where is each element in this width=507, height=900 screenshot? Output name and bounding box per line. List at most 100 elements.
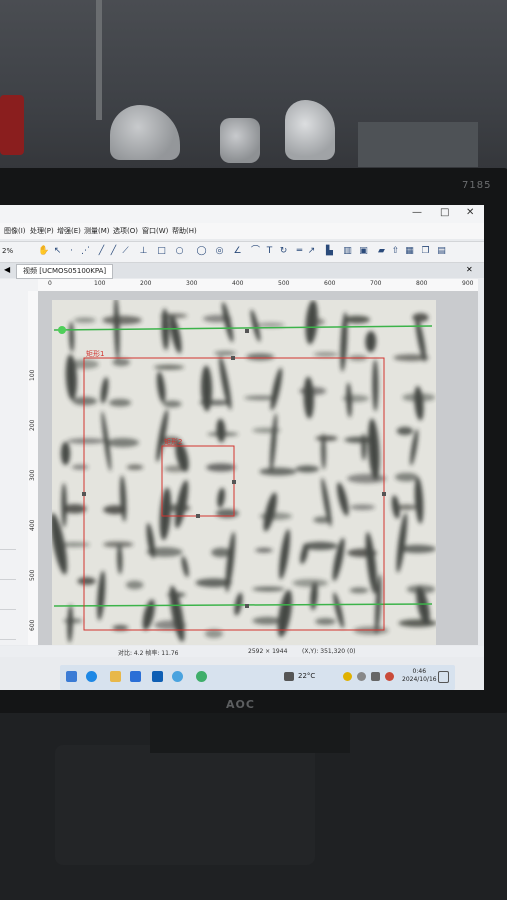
resize-handle[interactable] [82, 492, 86, 496]
panel-row[interactable] [0, 629, 16, 640]
tab-video[interactable]: 视频 [UCMOS05100KPA] [16, 264, 114, 279]
table-icon[interactable]: ▤ [436, 246, 447, 257]
tab-scroll-left-icon[interactable]: ◀ [4, 265, 10, 274]
measure-handle[interactable] [58, 326, 66, 334]
status-bar: 对比: 4.2 帧率: 11.76 2592 × 1944 (X,Y): 351… [0, 646, 484, 657]
resize-handle[interactable] [245, 329, 249, 333]
line-icon[interactable]: ╱ [108, 246, 119, 257]
texture-streak [256, 322, 285, 328]
menu-bar: 图像(I) 处理(P) 增强(E) 测量(M) 选项(O) 窗口(W) 帮助(H… [0, 223, 484, 239]
document-tab-bar: ◀ 视频 [UCMOS05100KPA] ✕ [0, 263, 484, 279]
point-icon[interactable]: · [66, 246, 77, 257]
background-red-container [0, 95, 24, 155]
dotted-line-icon[interactable]: ⋰ [80, 246, 91, 257]
tray-app-icon[interactable] [357, 672, 366, 681]
menu-help[interactable]: 帮助(H) [172, 226, 197, 236]
ruler-tick-label: 700 [370, 280, 382, 287]
chart-icon[interactable]: ▥ [342, 246, 353, 257]
weather-icon[interactable] [284, 672, 294, 681]
zoom-level[interactable]: 2% [2, 247, 13, 255]
calibrate-icon[interactable]: ▣ [358, 246, 369, 257]
browser-icon[interactable] [86, 671, 97, 682]
panel-row[interactable] [0, 599, 16, 610]
store-icon[interactable] [130, 671, 141, 682]
maximize-button[interactable]: □ [440, 207, 449, 218]
close-button[interactable]: ✕ [466, 207, 474, 218]
minimize-button[interactable]: — [412, 207, 422, 218]
clock[interactable]: 0:46 2024/10/16 [402, 668, 437, 684]
resize-handle[interactable] [232, 480, 236, 484]
texture-streak [347, 473, 387, 484]
resize-handle[interactable] [196, 514, 200, 518]
ellipse-icon[interactable]: ◯ [196, 246, 207, 257]
rectangle-1-label: 矩形1 [86, 349, 104, 358]
tab-close-icon[interactable]: ✕ [466, 265, 473, 274]
notification-icon[interactable] [438, 671, 449, 683]
text-icon[interactable]: T [264, 246, 275, 257]
texture-streak [315, 617, 336, 626]
texture-streak [162, 400, 182, 408]
menu-enhance[interactable]: 增强(E) [57, 226, 81, 236]
line-icon[interactable]: ╱ [96, 246, 107, 257]
texture-streak [412, 312, 429, 323]
pointer-icon[interactable]: ↖ [52, 246, 63, 257]
scale-bar-icon[interactable]: ═ [294, 246, 305, 257]
texture-streak [243, 395, 279, 401]
menu-window[interactable]: 窗口(W) [142, 226, 168, 236]
mail-icon[interactable] [152, 671, 163, 682]
status-resolution: 2592 × 1944 [248, 648, 288, 655]
perpendicular-icon[interactable]: ⊥ [138, 246, 149, 257]
resize-handle[interactable] [231, 356, 235, 360]
arrow-icon[interactable]: ↗ [306, 246, 317, 257]
ruler-tick-label: 0 [48, 280, 52, 287]
texture-streak [60, 441, 71, 466]
menu-image[interactable]: 图像(I) [4, 226, 26, 236]
rectangle-icon[interactable]: □ [156, 246, 167, 257]
copy-icon[interactable]: ❐ [420, 246, 431, 257]
panel-row[interactable] [0, 569, 16, 580]
tray-app-icon[interactable] [385, 672, 394, 681]
texture-streak [394, 472, 419, 482]
file-explorer-icon[interactable] [110, 671, 121, 682]
texture-streak [398, 544, 436, 554]
edge-icon[interactable] [172, 671, 183, 682]
texture-streak [255, 547, 273, 553]
weather-temperature[interactable]: 22°C [298, 672, 315, 680]
angle-icon[interactable]: ∠ [232, 246, 243, 257]
concentric-circle-icon[interactable]: ◎ [214, 246, 225, 257]
folder-icon[interactable]: ▰ [376, 246, 387, 257]
background-box [358, 122, 478, 167]
microscope-image[interactable]: 矩形1 矩形2 [52, 300, 436, 645]
menu-measure[interactable]: 测量(M) [84, 226, 110, 236]
rotate-icon[interactable]: ↻ [278, 246, 289, 257]
window-titlebar: — □ ✕ [0, 205, 484, 223]
resize-handle[interactable] [382, 492, 386, 496]
texture-streak [146, 547, 183, 557]
ruler-tick-label: 300 [29, 469, 36, 481]
menu-options[interactable]: 选项(O) [113, 226, 138, 236]
start-icon[interactable] [66, 671, 77, 682]
histogram-icon[interactable]: ▙ [324, 246, 335, 257]
menu-process[interactable]: 处理(P) [30, 226, 54, 236]
texture-streak [214, 350, 237, 356]
camera-app-icon[interactable] [196, 671, 207, 682]
arc-icon[interactable]: ⌒ [250, 246, 261, 257]
resize-handle[interactable] [245, 604, 249, 608]
panel-row[interactable] [0, 539, 16, 550]
circle-icon[interactable]: ○ [174, 246, 185, 257]
texture-streak [206, 463, 236, 472]
export-icon[interactable]: ⇧ [390, 246, 401, 257]
texture-streak [246, 353, 275, 361]
texture-streak [153, 364, 185, 370]
tray-app-icon[interactable] [343, 672, 352, 681]
texture-streak [166, 504, 191, 513]
ruler-tick-label: 500 [278, 280, 290, 287]
clock-date: 2024/10/16 [402, 676, 437, 683]
texture-streak [350, 504, 375, 510]
texture-streak [112, 358, 130, 367]
texture-streak [73, 317, 96, 323]
grid-icon[interactable]: ▦ [404, 246, 415, 257]
wifi-icon[interactable] [371, 672, 380, 681]
hand-icon[interactable]: ✋ [38, 246, 49, 257]
polyline-icon[interactable]: ⟋ [120, 246, 131, 257]
